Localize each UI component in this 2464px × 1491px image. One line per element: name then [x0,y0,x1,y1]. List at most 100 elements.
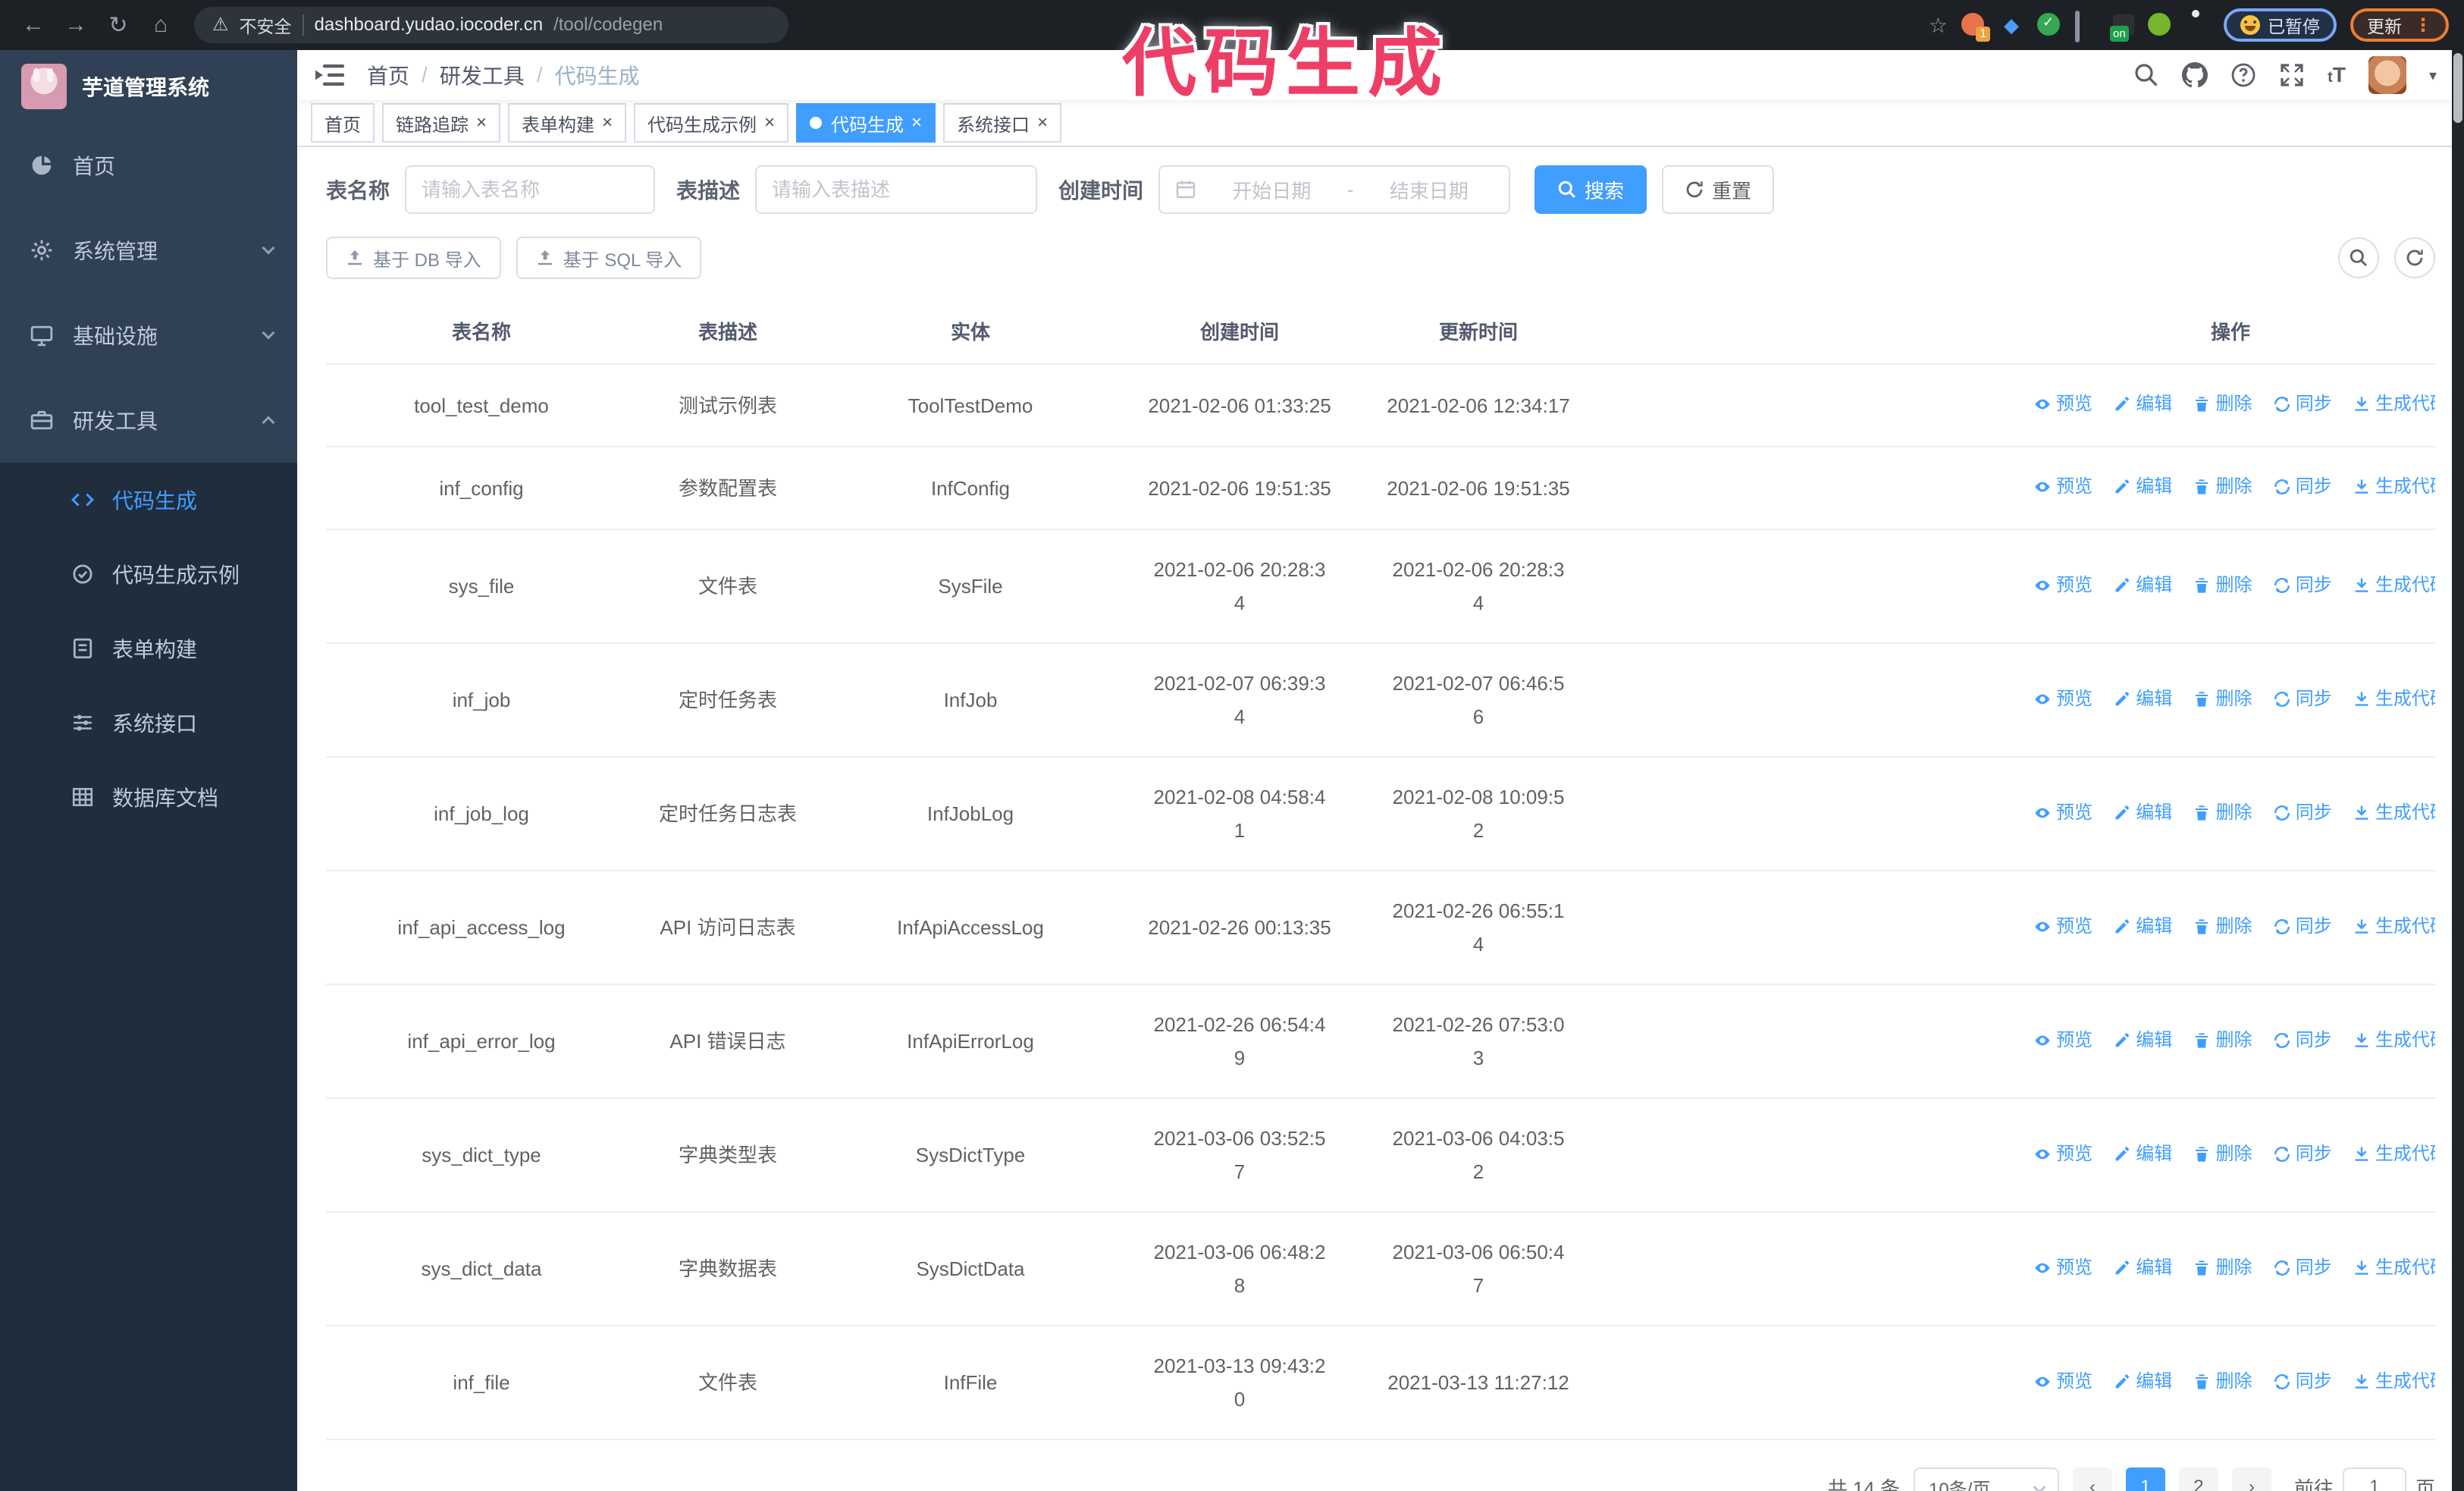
sync-link[interactable]: 同步 [2273,683,2332,716]
preview-link[interactable]: 预览 [2033,796,2093,830]
caret-down-icon[interactable]: ▾ [2429,66,2437,85]
bookmark-star-icon[interactable]: ☆ [1929,13,1948,38]
sidebar-item-home[interactable]: 首页 [0,123,297,208]
edit-link[interactable]: 编辑 [2113,1365,2172,1398]
scrollbar-thumb[interactable] [2453,53,2462,123]
sidebar-item-infrastructure[interactable]: 基础设施 [0,293,297,378]
generate-code-link[interactable]: 生成代码 [2353,1251,2435,1285]
page-size-select[interactable]: 10条/页 [1913,1467,2059,1491]
delete-link[interactable]: 删除 [2193,1365,2252,1398]
delete-link[interactable]: 删除 [2193,683,2252,716]
preview-link[interactable]: 预览 [2033,1024,2093,1057]
sync-link[interactable]: 同步 [2273,569,2332,602]
toggle-search-button[interactable] [2338,237,2379,278]
sidebar-item-system[interactable]: 系统管理 [0,208,297,293]
preview-link[interactable]: 预览 [2033,569,2093,602]
tab-form-builder[interactable]: 表单构建 [508,103,627,143]
delete-link[interactable]: 删除 [2193,1251,2252,1285]
generate-code-link[interactable]: 生成代码 [2353,1365,2435,1398]
table-desc-input[interactable] [772,177,1021,202]
close-icon[interactable] [476,114,487,132]
delete-link[interactable]: 删除 [2193,470,2252,504]
page-button-2[interactable]: 2 [2178,1467,2218,1491]
text-size-icon[interactable]: tT [2328,64,2346,86]
delete-link[interactable]: 删除 [2193,1024,2252,1057]
sync-link[interactable]: 同步 [2273,470,2332,504]
generate-code-link[interactable]: 生成代码 [2353,470,2435,504]
generate-code-link[interactable]: 生成代码 [2353,910,2435,943]
edit-link[interactable]: 编辑 [2113,569,2172,602]
sync-link[interactable]: 同步 [2273,910,2332,943]
github-icon[interactable] [2182,62,2209,88]
preview-link[interactable]: 预览 [2033,683,2093,716]
tab-home[interactable]: 首页 [311,103,375,143]
sync-link[interactable]: 同步 [2273,388,2332,421]
sync-link[interactable]: 同步 [2273,1365,2332,1398]
preview-link[interactable]: 预览 [2033,910,2093,943]
generate-code-link[interactable]: 生成代码 [2353,569,2435,602]
extension-icon-5[interactable]: on [2110,14,2134,42]
forward-icon[interactable]: → [58,7,94,43]
delete-link[interactable]: 删除 [2193,796,2252,830]
table-row[interactable]: inf_api_error_log API 错误日志 InfApiErrorLo… [326,984,2435,1099]
sync-link[interactable]: 同步 [2273,1251,2332,1285]
edit-link[interactable]: 编辑 [2113,683,2172,716]
preview-link[interactable]: 预览 [2033,1251,2093,1285]
preview-link[interactable]: 预览 [2033,1365,2093,1398]
generate-code-link[interactable]: 生成代码 [2353,1024,2435,1057]
edit-link[interactable]: 编辑 [2113,796,2172,830]
breadcrumb-home[interactable]: 首页 [367,60,409,90]
delete-link[interactable]: 删除 [2193,388,2252,421]
preview-link[interactable]: 预览 [2033,470,2093,504]
generate-code-link[interactable]: 生成代码 [2353,683,2435,716]
sidebar-item-form-builder[interactable]: 表单构建 [0,611,297,686]
sidebar-item-codegen-example[interactable]: 代码生成示例 [0,537,297,611]
generate-code-link[interactable]: 生成代码 [2353,1138,2435,1171]
preview-link[interactable]: 预览 [2033,1138,2093,1171]
sync-link[interactable]: 同步 [2273,1024,2332,1057]
paused-profile-badge[interactable]: 已暂停 [2224,8,2337,42]
import-db-button[interactable]: 基于 DB 导入 [326,237,501,279]
close-icon[interactable] [911,114,922,132]
generate-code-link[interactable]: 生成代码 [2353,796,2435,830]
extension-icon-4[interactable] [2075,11,2080,42]
scrollbar[interactable] [2452,50,2464,1491]
app-logo[interactable]: 芋道管理系统 [0,50,297,123]
browser-menu-icon[interactable]: ⋮ [2414,14,2432,36]
breadcrumb-dev-tools[interactable]: 研发工具 [440,60,525,90]
prev-page-button[interactable]: ‹ [2072,1467,2112,1491]
import-sql-button[interactable]: 基于 SQL 导入 [516,237,702,279]
tab-codegen-example[interactable]: 代码生成示例 [634,103,789,143]
table-row[interactable]: inf_job_log 定时任务日志表 InfJobLog 2021-02-08… [326,757,2435,871]
table-row[interactable]: inf_job 定时任务表 InfJob 2021-02-07 06:39:3 … [326,643,2435,758]
refresh-table-button[interactable] [2394,237,2435,278]
sync-link[interactable]: 同步 [2273,796,2332,830]
delete-link[interactable]: 删除 [2193,569,2252,602]
extension-icon-2[interactable]: ◆ [1999,13,2024,37]
edit-link[interactable]: 编辑 [2113,388,2172,421]
table-row[interactable]: sys_dict_data 字典数据表 SysDictData 2021-03-… [326,1212,2435,1326]
close-icon[interactable] [1037,114,1048,132]
extension-icon-3[interactable] [2037,13,2061,37]
tab-system-api[interactable]: 系统接口 [943,103,1062,143]
home-icon[interactable]: ⌂ [143,7,179,43]
close-icon[interactable] [764,114,775,132]
table-row[interactable]: tool_test_demo 测试示例表 ToolTestDemo 2021-0… [326,364,2435,447]
back-icon[interactable]: ← [15,7,52,43]
edit-link[interactable]: 编辑 [2113,1138,2172,1171]
table-name-input[interactable] [422,177,639,202]
reset-button[interactable]: 重置 [1662,165,1775,214]
reload-icon[interactable]: ↻ [100,7,136,43]
extension-icon-6[interactable] [2148,13,2172,37]
generate-code-link[interactable]: 生成代码 [2353,388,2435,421]
close-icon[interactable] [602,114,613,132]
sidebar-item-dev-tools[interactable]: 研发工具 [0,378,297,463]
help-icon[interactable] [2230,62,2256,88]
sidebar-item-system-api[interactable]: 系统接口 [0,686,297,760]
next-page-button[interactable]: › [2231,1467,2271,1491]
goto-page-input[interactable] [2342,1467,2406,1491]
table-row[interactable]: inf_file 文件表 InfFile 2021-03-13 09:43:2 … [326,1326,2435,1440]
sync-link[interactable]: 同步 [2273,1138,2332,1171]
update-button[interactable]: 更新 ⋮ [2350,8,2449,42]
table-row[interactable]: sys_file 文件表 SysFile 2021-02-06 20:28:3 … [326,529,2435,644]
